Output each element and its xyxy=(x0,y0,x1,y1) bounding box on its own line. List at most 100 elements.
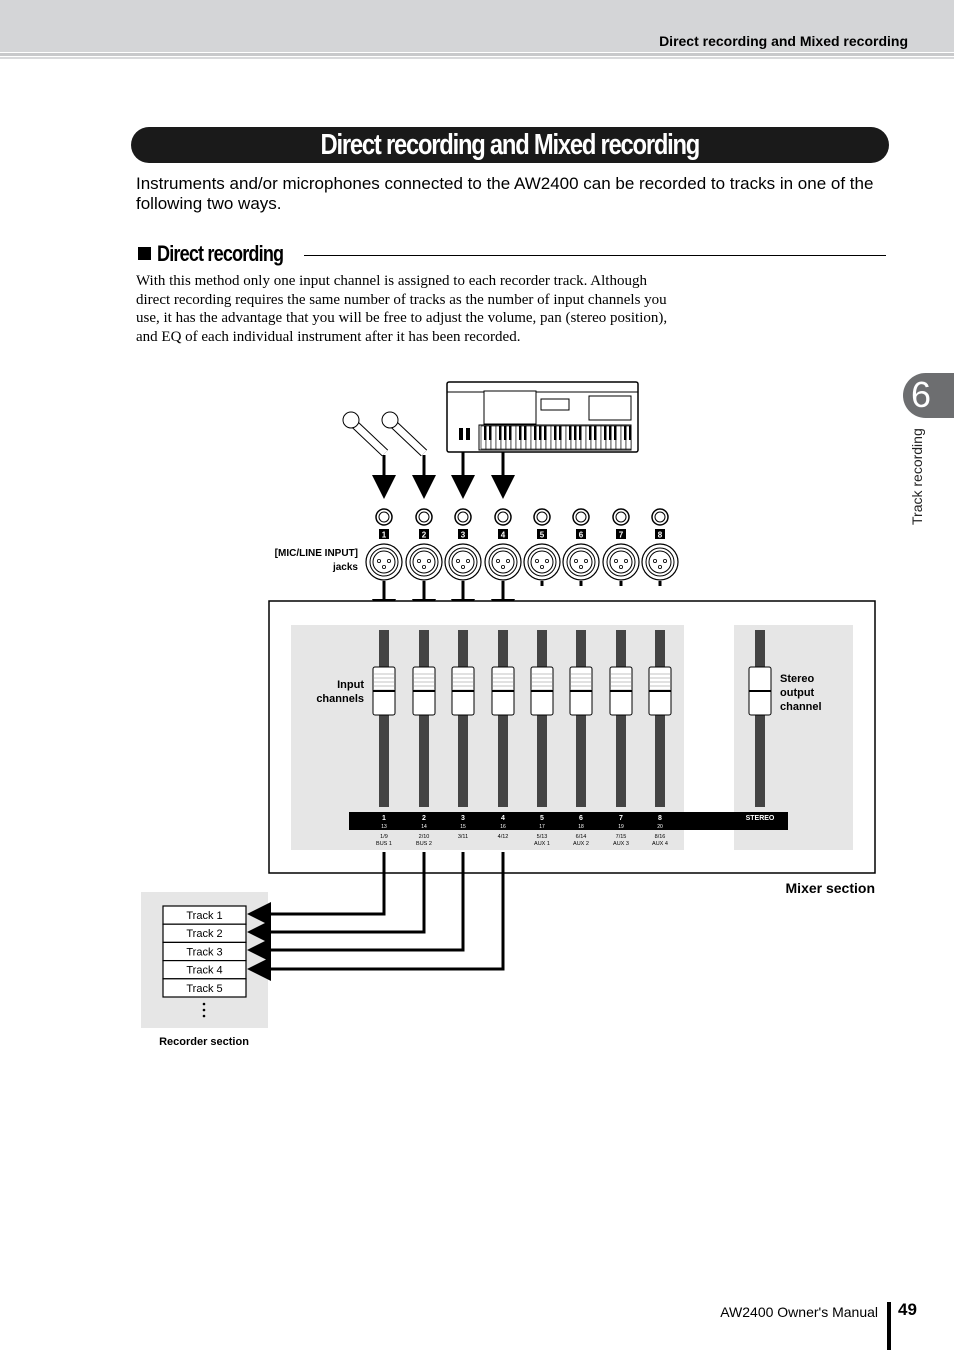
channel-number: 5 xyxy=(540,815,544,822)
channel-sub-number: 13 xyxy=(381,824,387,830)
recorder-track[interactable]: Track 2 xyxy=(162,923,247,944)
channel-bus-label: 4/12 xyxy=(498,834,509,840)
mic-line-input-jack[interactable]: 7 xyxy=(602,508,640,586)
track-label: Track 4 xyxy=(186,965,222,977)
black-key xyxy=(589,426,592,440)
jack-number: 6 xyxy=(579,531,584,540)
channel-bus-name: AUX 3 xyxy=(613,841,629,847)
channel-sub-number: 16 xyxy=(500,824,506,830)
channel-sub-number: 20 xyxy=(657,824,663,830)
source-arrows xyxy=(372,452,515,499)
channel-bus-name: BUS 1 xyxy=(376,841,392,847)
channel-sub-number: 18 xyxy=(578,824,584,830)
jacks-label: jacks xyxy=(332,562,358,573)
black-key xyxy=(604,426,607,440)
mic-line-input-jack[interactable]: 6 xyxy=(562,508,600,586)
channel-number: 2 xyxy=(422,815,426,822)
stereo-label: output xyxy=(780,687,815,699)
jack-number: 5 xyxy=(540,531,545,540)
black-key xyxy=(504,426,507,440)
black-key xyxy=(544,426,547,440)
jacks-label: [MIC/LINE INPUT] xyxy=(275,548,358,559)
channel-bus-label: 5/13 xyxy=(537,834,548,840)
jack-number: 7 xyxy=(619,531,624,540)
track-label: Track 3 xyxy=(186,946,222,958)
channel-bus-label: 8/16 xyxy=(655,834,666,840)
recorder-section-label: Recorder section xyxy=(159,1036,249,1048)
white-key xyxy=(525,425,532,450)
footer-rule xyxy=(887,1302,891,1350)
black-key xyxy=(594,426,597,440)
channel-number: 8 xyxy=(658,815,662,822)
channel-number: 4 xyxy=(501,815,505,822)
recorder-track[interactable]: Track 5 xyxy=(162,978,247,998)
black-key xyxy=(609,426,612,440)
direct-recording-diagram: [MIC/LINE INPUT] jacks 1 2 3 4 5 6 7 8 Input ch… xyxy=(141,381,876,1048)
black-key xyxy=(574,426,577,440)
channel-number: 7 xyxy=(619,815,623,822)
recorder-track[interactable]: Track 1 xyxy=(162,905,247,925)
channel-number: 1 xyxy=(382,815,386,822)
jack-number: 1 xyxy=(382,531,387,540)
black-key xyxy=(569,426,572,440)
white-key xyxy=(490,425,497,450)
track-label: Track 1 xyxy=(186,910,222,922)
black-key xyxy=(534,426,537,440)
page-number: 49 xyxy=(898,1300,917,1319)
jack-number: 4 xyxy=(501,531,506,540)
channel-bus-label: 1/9 xyxy=(380,834,388,840)
channel-bus-name: AUX 2 xyxy=(573,841,589,847)
footer-manual-title: AW2400 Owner's Manual xyxy=(720,1304,878,1320)
jack-number: 2 xyxy=(422,531,427,540)
mic-line-input-jack[interactable]: 8 xyxy=(641,508,679,586)
recorder-track[interactable]: Track 4 xyxy=(162,959,247,980)
black-key xyxy=(579,426,582,440)
white-key xyxy=(580,425,587,450)
black-key xyxy=(489,426,492,440)
input-channels-label: Input xyxy=(337,679,364,691)
channel-bus-name: AUX 1 xyxy=(534,841,550,847)
channel-number: 6 xyxy=(579,815,583,822)
jack-number: 8 xyxy=(658,531,663,540)
stereo-label: Stereo xyxy=(780,673,815,685)
black-key xyxy=(624,426,627,440)
stereo-channel-label: STEREO xyxy=(746,815,775,822)
black-key xyxy=(629,426,632,440)
microphone-icon xyxy=(342,411,389,457)
channel-sub-number: 14 xyxy=(421,824,427,830)
channel-sub-number: 15 xyxy=(460,824,466,830)
keyboard-synth-icon xyxy=(446,381,639,453)
channel-sub-number: 17 xyxy=(539,824,545,830)
track-label: Track 5 xyxy=(186,983,222,995)
mixer-section-label: Mixer section xyxy=(786,880,875,896)
white-key xyxy=(595,425,602,450)
manual-page: Direct recording and Mixed recording Dir… xyxy=(0,0,954,1351)
black-key xyxy=(524,426,527,440)
black-key xyxy=(509,426,512,440)
jack-number: 3 xyxy=(461,531,466,540)
recorder-track[interactable]: Track 3 xyxy=(162,941,247,962)
channel-bus-label: 6/14 xyxy=(576,834,587,840)
mic-line-input-jack[interactable]: 5 xyxy=(523,508,561,586)
white-key xyxy=(560,425,567,450)
input-channels-label: channels xyxy=(316,693,364,705)
black-key xyxy=(559,426,562,440)
black-key xyxy=(484,426,487,440)
channel-bus-label: 7/15 xyxy=(616,834,627,840)
white-key xyxy=(510,425,517,450)
channel-number: 3 xyxy=(461,815,465,822)
black-key xyxy=(554,426,557,440)
track-label: Track 2 xyxy=(186,928,222,940)
channel-bus-label: 3/11 xyxy=(458,834,468,840)
microphone-icon xyxy=(381,411,428,457)
white-key xyxy=(545,425,552,450)
channel-label-bar xyxy=(349,812,788,830)
channel-sub-number: 19 xyxy=(618,824,624,830)
black-key xyxy=(539,426,542,440)
channel-bus-label: 2/10 xyxy=(419,834,430,840)
channel-bus-name: BUS 2 xyxy=(416,841,432,847)
black-key xyxy=(519,426,522,440)
white-key xyxy=(615,425,622,450)
black-key xyxy=(499,426,502,440)
black-key xyxy=(614,426,617,440)
